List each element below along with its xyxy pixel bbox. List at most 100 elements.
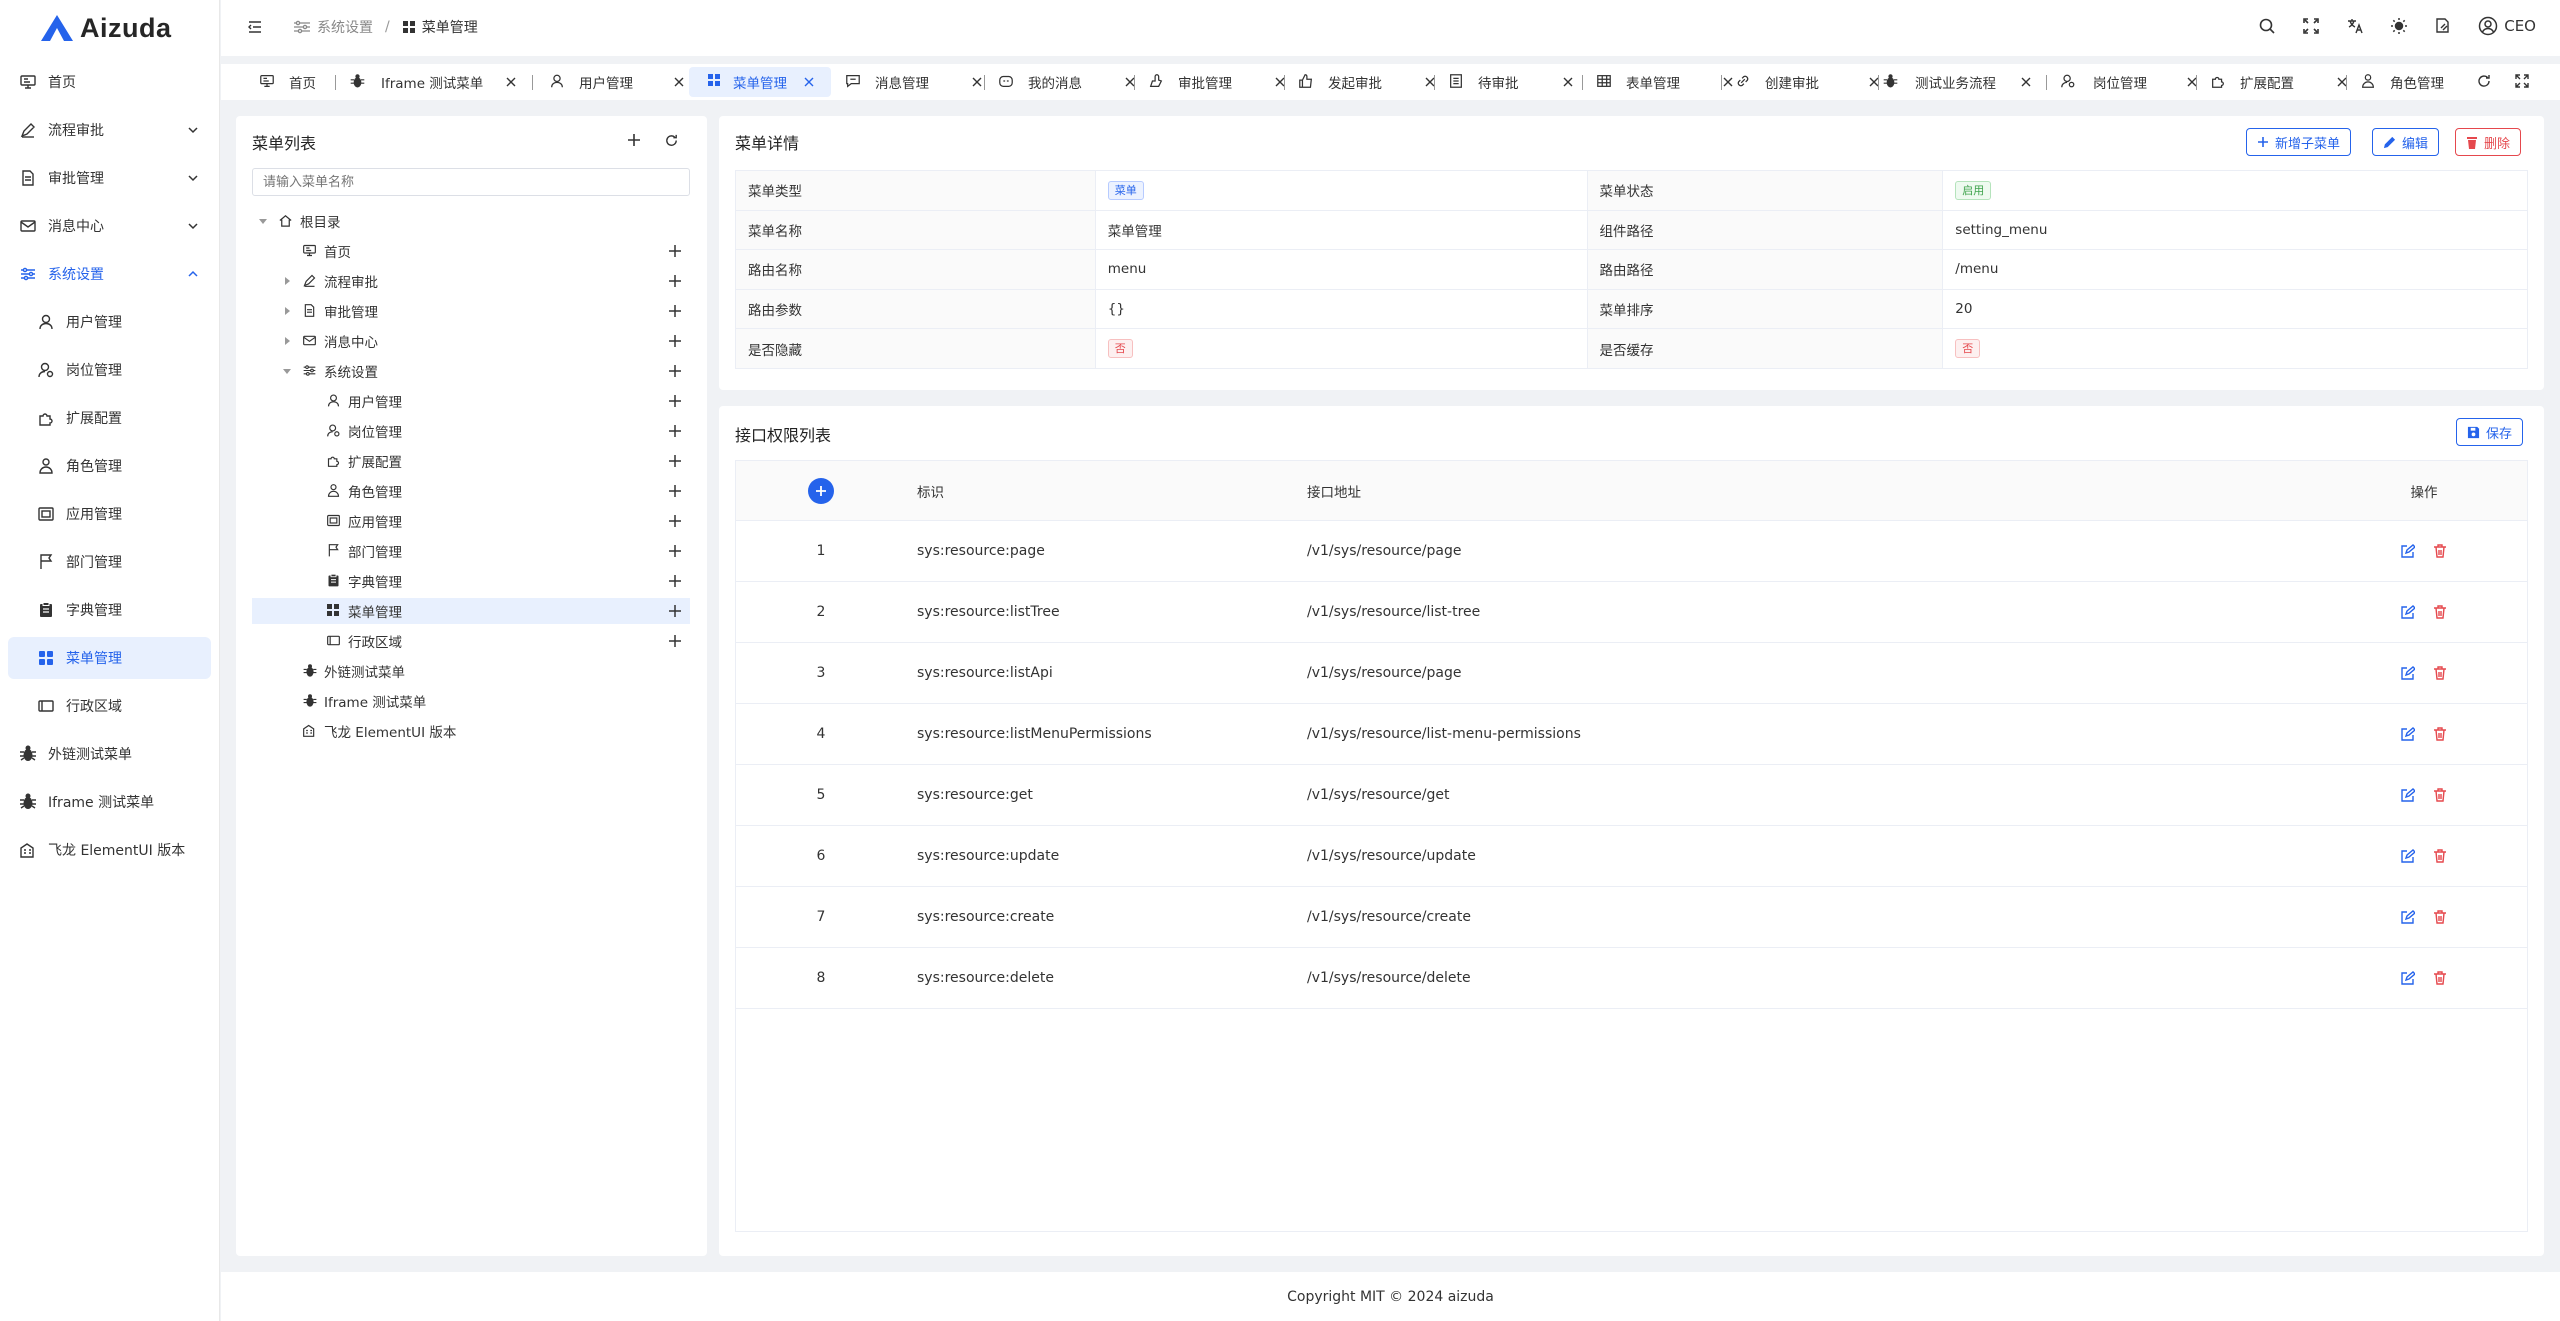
- tree-node-system-settings[interactable]: 系统设置: [252, 358, 690, 384]
- tab-start-approval[interactable]: 发起审批: [1294, 67, 1444, 97]
- tree-node-home[interactable]: 首页: [252, 238, 690, 264]
- close-icon[interactable]: [505, 76, 517, 88]
- tree-node-menus[interactable]: 菜单管理: [252, 598, 690, 624]
- tab-message-management[interactable]: 消息管理: [841, 67, 991, 97]
- edit-icon[interactable]: [2401, 727, 2415, 741]
- tree-node-feilong-elementui[interactable]: 飞龙 ElementUI 版本: [252, 718, 690, 744]
- add-child-icon[interactable]: [668, 394, 682, 408]
- edit-icon[interactable]: [2401, 910, 2415, 924]
- sidebar-item-regions[interactable]: 行政区域: [8, 685, 211, 727]
- caret-down-icon[interactable]: [258, 216, 268, 226]
- delete-icon[interactable]: [2433, 971, 2447, 985]
- tree-node-users[interactable]: 用户管理: [252, 388, 690, 414]
- delete-icon[interactable]: [2433, 788, 2447, 802]
- add-child-icon[interactable]: [668, 574, 682, 588]
- refresh-icon[interactable]: [664, 133, 679, 148]
- sidebar-item-approval[interactable]: 审批管理: [8, 157, 211, 199]
- add-child-icon[interactable]: [668, 304, 682, 318]
- caret-right-icon[interactable]: [282, 336, 292, 346]
- tab-create-approval[interactable]: 创建审批: [1731, 67, 1886, 97]
- delete-button[interactable]: 删除: [2455, 128, 2522, 156]
- refresh-icon[interactable]: [2476, 73, 2492, 89]
- tree-node-roles[interactable]: 角色管理: [252, 478, 690, 504]
- clear-cache-icon[interactable]: [2434, 17, 2452, 35]
- fullscreen-icon[interactable]: [2302, 17, 2320, 35]
- tree-node-apps[interactable]: 应用管理: [252, 508, 690, 534]
- sidebar-item-apps[interactable]: 应用管理: [8, 493, 211, 535]
- delete-icon[interactable]: [2433, 910, 2447, 924]
- sidebar-item-dictionary[interactable]: 字典管理: [8, 589, 211, 631]
- delete-icon[interactable]: [2433, 727, 2447, 741]
- close-icon[interactable]: [1562, 76, 1574, 88]
- add-child-icon[interactable]: [668, 454, 682, 468]
- add-permission-button[interactable]: [808, 477, 834, 504]
- add-child-icon[interactable]: [668, 484, 682, 498]
- tab-menus[interactable]: 菜单管理: [689, 67, 831, 97]
- tree-node-extensions[interactable]: 扩展配置: [252, 448, 690, 474]
- tab-test-business-flow[interactable]: 测试业务流程: [1878, 67, 2053, 97]
- tab-approval-management[interactable]: 审批管理: [1144, 67, 1294, 97]
- tab-roles[interactable]: 角色管理: [2356, 67, 2476, 97]
- caret-right-icon[interactable]: [282, 306, 292, 316]
- logo[interactable]: Aizuda: [0, 0, 219, 56]
- maximize-icon[interactable]: [2514, 73, 2530, 89]
- sidebar-item-departments[interactable]: 部门管理: [8, 541, 211, 583]
- tab-form-management[interactable]: 表单管理: [1592, 67, 1742, 97]
- close-icon[interactable]: [2020, 76, 2032, 88]
- sidebar-item-users[interactable]: 用户管理: [8, 301, 211, 343]
- add-child-icon[interactable]: [668, 634, 682, 648]
- close-icon[interactable]: [971, 76, 983, 88]
- edit-button[interactable]: 编辑: [2372, 128, 2440, 156]
- add-child-icon[interactable]: [668, 334, 682, 348]
- sidebar-item-menus[interactable]: 菜单管理: [8, 637, 211, 679]
- add-child-icon[interactable]: [668, 364, 682, 378]
- sun-icon[interactable]: [2390, 17, 2408, 35]
- add-child-icon[interactable]: [668, 244, 682, 258]
- sidebar-item-workflow[interactable]: 流程审批: [8, 109, 211, 151]
- close-icon[interactable]: [803, 76, 815, 88]
- tab-iframe-test[interactable]: Iframe 测试菜单: [345, 67, 516, 97]
- caret-down-icon[interactable]: [282, 366, 292, 376]
- add-child-icon[interactable]: [668, 274, 682, 288]
- tree-node-messages[interactable]: 消息中心: [252, 328, 690, 354]
- sidebar-item-posts[interactable]: 岗位管理: [8, 349, 211, 391]
- add-child-menu-button[interactable]: 新增子菜单: [2246, 128, 2352, 156]
- sidebar-item-roles[interactable]: 角色管理: [8, 445, 211, 487]
- menu-search-input[interactable]: [252, 168, 690, 196]
- sidebar-item-feilong-elementui[interactable]: 飞龙 ElementUI 版本: [8, 829, 211, 871]
- caret-right-icon[interactable]: [282, 276, 292, 286]
- tree-node-approval[interactable]: 审批管理: [252, 298, 690, 324]
- tab-extensions[interactable]: 扩展配置: [2206, 67, 2356, 97]
- sidebar-item-system-settings[interactable]: 系统设置: [8, 253, 211, 295]
- tree-node-root[interactable]: 根目录: [252, 208, 690, 234]
- collapse-sidebar-icon[interactable]: [247, 19, 263, 35]
- edit-icon[interactable]: [2401, 544, 2415, 558]
- add-child-icon[interactable]: [668, 514, 682, 528]
- delete-icon[interactable]: [2433, 849, 2447, 863]
- add-child-icon[interactable]: [668, 424, 682, 438]
- delete-icon[interactable]: [2433, 544, 2447, 558]
- tab-posts[interactable]: 岗位管理: [2056, 67, 2206, 97]
- breadcrumb-item-system-settings[interactable]: 系统设置: [293, 17, 373, 37]
- tab-home[interactable]: 首页: [251, 67, 316, 97]
- translate-icon[interactable]: [2346, 17, 2364, 35]
- add-icon[interactable]: [627, 133, 641, 147]
- add-child-icon[interactable]: [668, 604, 682, 618]
- user-menu[interactable]: CEO: [2478, 16, 2536, 36]
- edit-icon[interactable]: [2401, 788, 2415, 802]
- delete-icon[interactable]: [2433, 605, 2447, 619]
- sidebar-item-external-link-test[interactable]: 外链测试菜单: [8, 733, 211, 775]
- tree-node-iframe-test[interactable]: Iframe 测试菜单: [252, 688, 690, 714]
- tree-node-posts[interactable]: 岗位管理: [252, 418, 690, 444]
- search-icon[interactable]: [2258, 17, 2276, 35]
- add-child-icon[interactable]: [668, 544, 682, 558]
- tree-node-regions[interactable]: 行政区域: [252, 628, 690, 654]
- edit-icon[interactable]: [2401, 849, 2415, 863]
- tree-node-dictionary[interactable]: 字典管理: [252, 568, 690, 594]
- edit-icon[interactable]: [2401, 666, 2415, 680]
- edit-icon[interactable]: [2401, 971, 2415, 985]
- edit-icon[interactable]: [2401, 605, 2415, 619]
- sidebar-item-iframe-test[interactable]: Iframe 测试菜单: [8, 781, 211, 823]
- save-button[interactable]: 保存: [2456, 418, 2524, 446]
- tree-node-departments[interactable]: 部门管理: [252, 538, 690, 564]
